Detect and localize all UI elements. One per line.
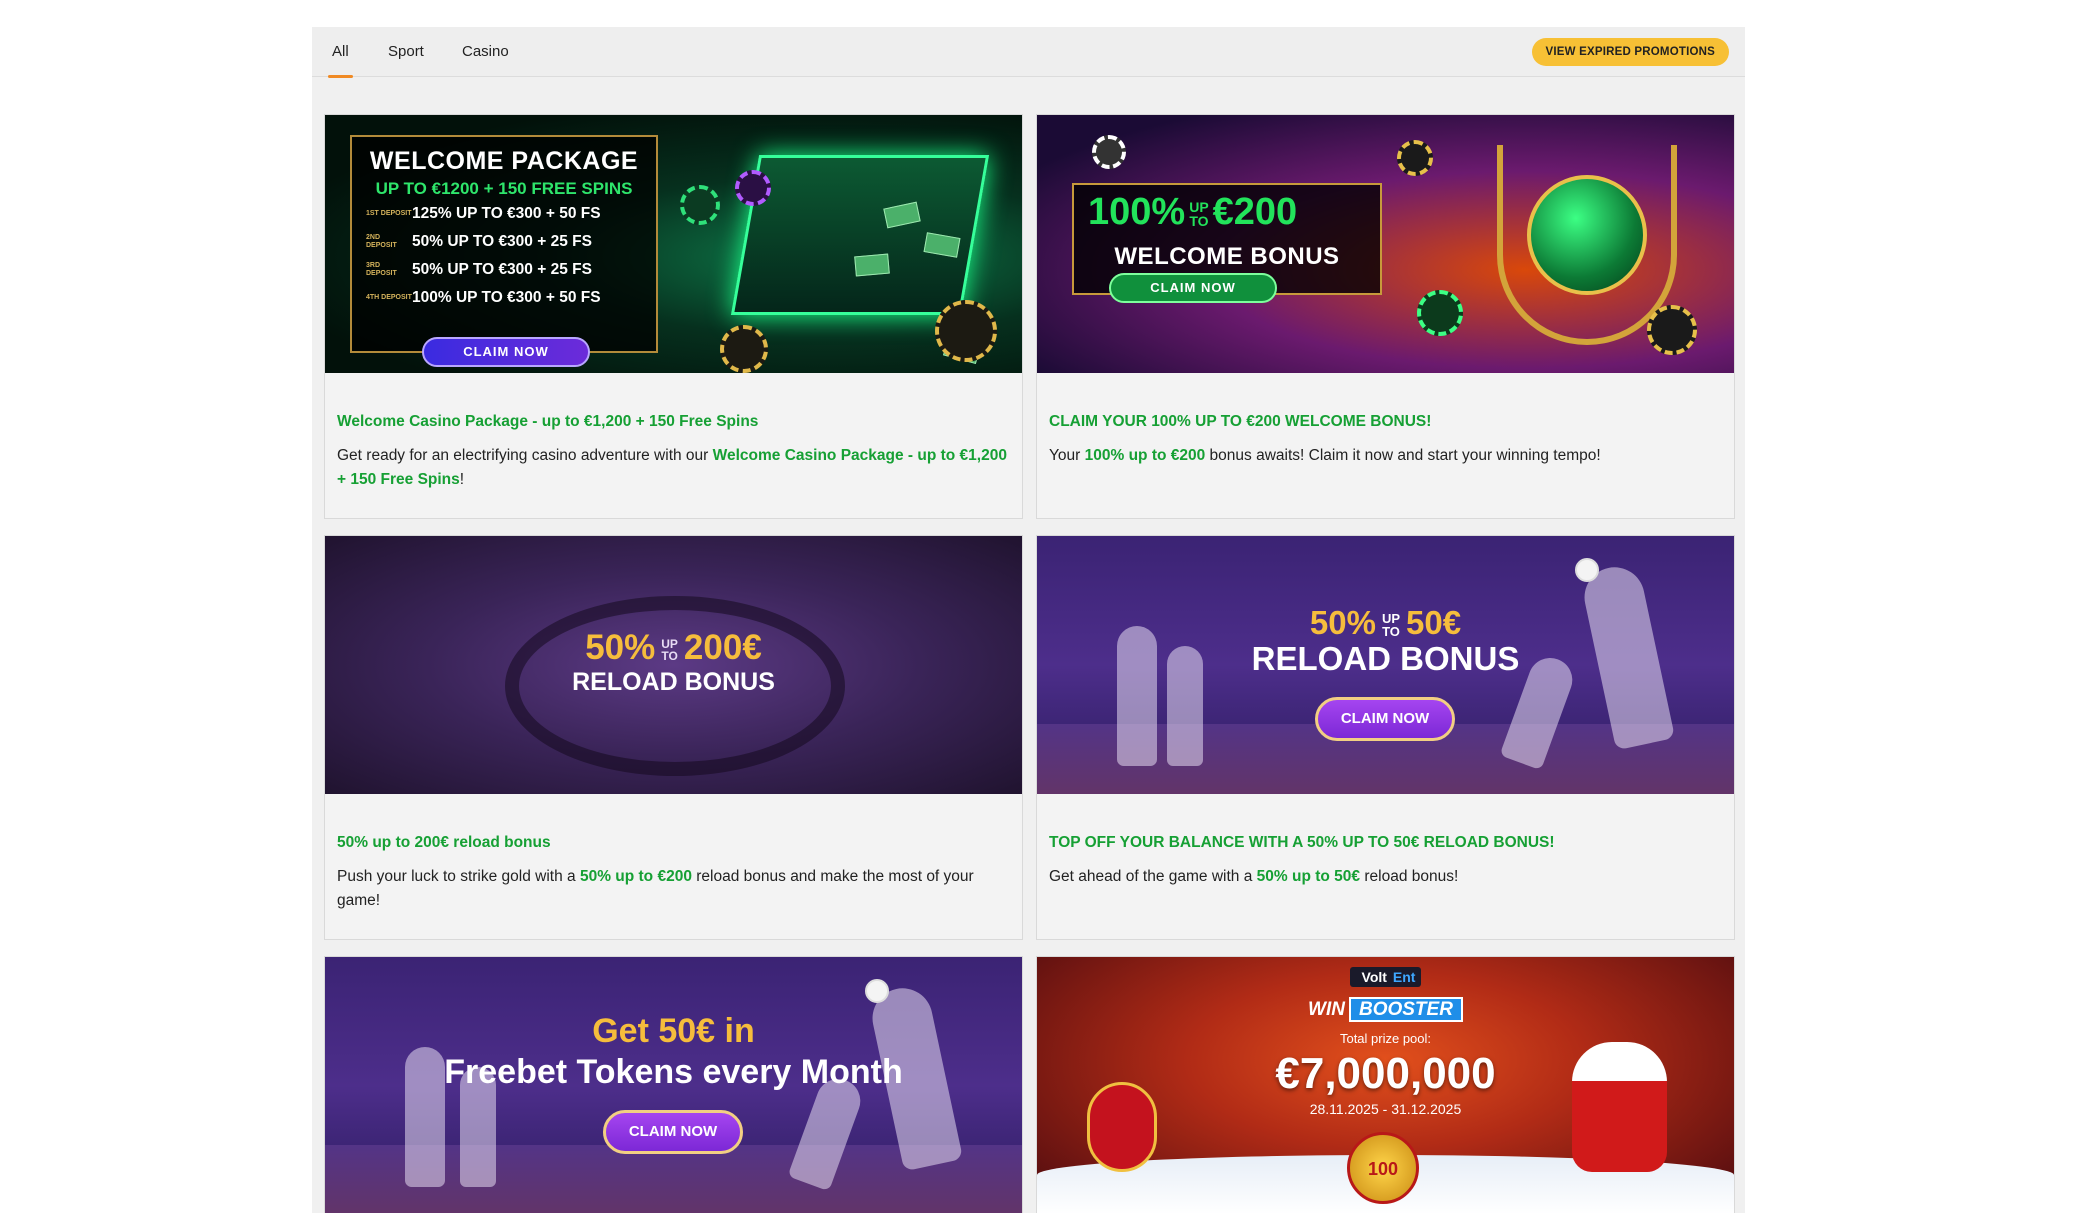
banner-label: RELOAD BONUS xyxy=(572,668,775,696)
promo-card-reload-200: 50% UP TO 200€ RELOAD BONUS 50% up to 200€ … xyxy=(324,535,1023,940)
bonus-amount: 50% UP TO 50€ xyxy=(1309,604,1462,641)
tab-all[interactable]: All xyxy=(328,27,353,78)
chip-graphic xyxy=(680,185,720,225)
tab-sport[interactable]: Sport xyxy=(388,27,424,77)
promo-card-body: CLAIM YOUR 100% UP TO €200 WELCOME BONUS… xyxy=(1049,412,1719,468)
welcome-package-panel: WELCOME PACKAGE UP TO €1200 + 150 FREE S… xyxy=(350,135,658,367)
voltent-logo: Volt Ent xyxy=(1037,967,1734,987)
deposit-row: 4TH DEPOSIT100% UP TO €300 + 50 FS xyxy=(366,289,601,306)
promo-title[interactable]: TOP OFF YOUR BALANCE WITH A 50% UP TO 50… xyxy=(1049,833,1719,853)
promo-banner-win-booster[interactable]: 100 Volt Ent WIN BOOSTER Total prize pool:… xyxy=(1037,957,1734,1213)
chip-graphic xyxy=(1397,140,1433,176)
promo-card-body: TOP OFF YOUR BALANCE WITH A 50% UP TO 50… xyxy=(1049,833,1719,889)
promo-banner-welcome-package[interactable]: WELCOME PACKAGE UP TO €1200 + 150 FREE S… xyxy=(325,115,1022,373)
win-booster-logo: WIN BOOSTER xyxy=(1037,997,1734,1022)
ball-graphic xyxy=(865,979,889,1003)
banner-title: WELCOME PACKAGE xyxy=(369,147,639,175)
banner-label: WELCOME BONUS xyxy=(1114,243,1340,270)
claim-now-button[interactable]: CLAIM NOW xyxy=(1315,697,1455,741)
chip-graphic xyxy=(1647,305,1697,355)
promo-title[interactable]: Welcome Casino Package - up to €1,200 + … xyxy=(337,412,1007,432)
promo-banner-reload-50[interactable]: 50% UP TO 50€ RELOAD BONUS CLAIM NOW xyxy=(1037,536,1734,794)
bonus-amount: 50% UP TO 200€ xyxy=(585,628,762,667)
banner-headline: Get 50€ in xyxy=(592,1012,755,1050)
promo-card-welcome-casino: WELCOME PACKAGE UP TO €1200 + 150 FREE S… xyxy=(324,114,1023,519)
claim-now-button[interactable]: CLAIM NOW xyxy=(1109,273,1277,303)
claim-now-button[interactable]: CLAIM NOW xyxy=(603,1110,743,1154)
banner-subheadline: Freebet Tokens every Month xyxy=(444,1053,903,1091)
ball-graphic xyxy=(1092,135,1126,169)
promotions-container: All Sport Casino VIEW EXPIRED PROMOTIONS… xyxy=(312,27,1745,1213)
promo-description: Push your luck to strike gold with a 50%… xyxy=(337,868,974,909)
promotion-dates: 28.11.2025 - 31.12.2025 xyxy=(1309,1101,1462,1117)
ball-graphic xyxy=(1575,558,1599,582)
deposit-row: 3RD DEPOSIT 50% UP TO €300 + 25 FS xyxy=(366,261,592,278)
promo-card-body: Welcome Casino Package - up to €1,200 + … xyxy=(337,412,1007,492)
view-expired-promotions-button[interactable]: VIEW EXPIRED PROMOTIONS xyxy=(1531,38,1729,66)
football-graphic xyxy=(1527,175,1647,295)
tab-casino[interactable]: Casino xyxy=(462,27,509,77)
promo-banner-welcome-bonus[interactable]: 100% UP TO €200 WELCOME BONUS CLAIM NOW xyxy=(1037,115,1734,373)
promo-card-reload-50: 50% UP TO 50€ RELOAD BONUS CLAIM NOW TOP OF… xyxy=(1036,535,1735,940)
promo-card-body: 50% up to 200€ reload bonus Push your lu… xyxy=(337,833,1007,913)
promo-description: Your 100% up to €200 bonus awaits! Claim… xyxy=(1049,447,1601,464)
promo-card-win-booster: 100 Volt Ent WIN BOOSTER Total prize pool:… xyxy=(1036,956,1735,1213)
chip-graphic xyxy=(735,170,771,206)
promo-description: Get ahead of the game with a 50% up to 5… xyxy=(1049,868,1459,885)
banner-subtitle: UP TO €1200 + 150 FREE SPINS xyxy=(375,179,633,198)
prize-pool-label: Total prize pool: xyxy=(1339,1031,1432,1046)
banner-label: RELOAD BONUS xyxy=(1251,640,1520,677)
promo-title[interactable]: 50% up to 200€ reload bonus xyxy=(337,833,1007,853)
promo-title[interactable]: CLAIM YOUR 100% UP TO €200 WELCOME BONUS… xyxy=(1049,412,1719,432)
deposit-row: 1ST DEPOSIT125% UP TO €300 + 50 FS xyxy=(366,205,601,222)
promo-banner-reload-200[interactable]: 50% UP TO 200€ RELOAD BONUS xyxy=(325,536,1022,794)
promo-card-freebet-tokens: Get 50€ in Freebet Tokens every Month CL… xyxy=(324,956,1023,1213)
claim-now-button[interactable]: CLAIM NOW xyxy=(422,337,590,367)
bonus-amount: 100% UP TO €200 xyxy=(1088,191,1298,233)
deposit-row: 2ND DEPOSIT 50% UP TO €300 + 25 FS xyxy=(366,233,592,250)
chip-graphic xyxy=(1417,290,1463,336)
promotion-tabs: All Sport Casino VIEW EXPIRED PROMOTIONS xyxy=(312,27,1745,78)
coin-graphic: 100 xyxy=(1347,1132,1419,1204)
prize-pool-amount: €7,000,000 xyxy=(1275,1049,1496,1098)
promo-description: Get ready for an electrifying casino adv… xyxy=(337,447,1007,488)
promo-banner-freebet-tokens[interactable]: Get 50€ in Freebet Tokens every Month CL… xyxy=(325,957,1022,1213)
chip-graphic xyxy=(935,300,997,362)
chip-graphic xyxy=(720,325,768,373)
promo-card-welcome-bonus: 100% UP TO €200 WELCOME BONUS CLAIM NOW CLA… xyxy=(1036,114,1735,519)
money-case-graphic xyxy=(730,155,990,315)
cash-graphic xyxy=(854,253,890,277)
